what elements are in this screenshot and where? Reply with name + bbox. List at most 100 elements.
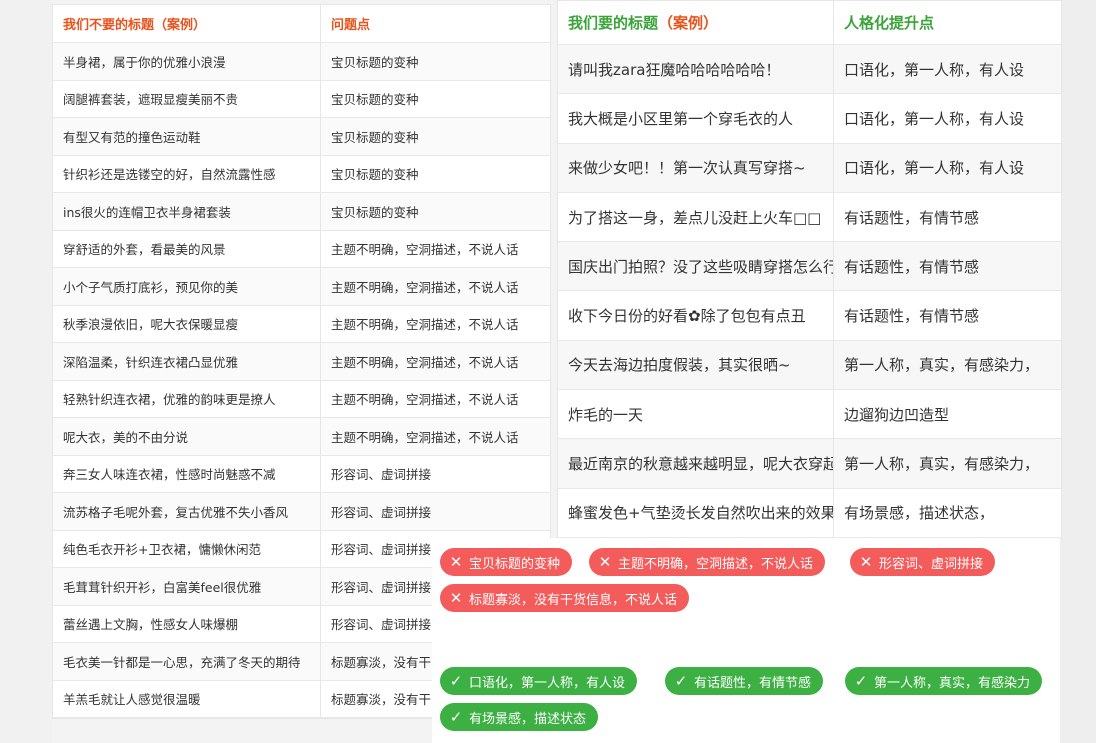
improvement-cell: 边遛狗边凹造型 <box>844 405 950 424</box>
table-row: 最近南京的秋意越来越明显，呢大衣穿起来 第一人称，真实，有感染力， <box>558 439 1061 489</box>
title-cell: 阔腿裤套装，遮瑕显瘦美丽不贵 <box>53 80 321 117</box>
cross-icon: ✕ <box>859 553 873 571</box>
table-row: 流苏格子毛呢外套，复古优雅不失小香风 形容词、虚词拼接 <box>53 493 550 531</box>
title-cell: 轻熟针织连衣裙，优雅的韵味更是撩人 <box>53 380 321 417</box>
title-cell: 深陷温柔，针织连衣裙凸显优雅 <box>53 343 321 380</box>
title-cell: 针织衫还是选镂空的好，自然流露性感 <box>53 155 321 192</box>
table-row: 深陷温柔，针织连衣裙凸显优雅 主题不明确，空洞描述，不说人话 <box>53 343 550 381</box>
header-good-titles-suffix: （案例） <box>658 14 719 32</box>
title-cell: 有型又有范的撞色运动鞋 <box>53 118 321 155</box>
title-cell: 毛衣美一针都是一心思，充满了冬天的期待 <box>53 643 321 680</box>
table-row: 炸毛的一天 边遛狗边凹造型 <box>558 390 1061 440</box>
problem-cell: 宝贝标题的变种 <box>331 54 419 70</box>
improvement-cell: 口语化，第一人称，有人设 <box>844 60 1025 79</box>
title-cell: 蜂蜜发色+气垫烫长发自然吹出来的效果 <box>558 488 834 537</box>
problem-cell: 宝贝标题的变种 <box>331 92 419 108</box>
good-tag-label: 有场景感，描述状态 <box>469 711 587 727</box>
bad-tag-label: 标题寡淡，没有干货信息，不说人话 <box>469 592 678 608</box>
table-row: 半身裙，属于你的优雅小浪漫 宝贝标题的变种 <box>53 43 550 81</box>
check-icon: ✓ <box>674 672 688 690</box>
table-row: 请叫我zara狂魔哈哈哈哈哈哈！ 口语化，第一人称，有人设 <box>558 45 1061 95</box>
bad-tag-label: 宝贝标题的变种 <box>469 556 561 572</box>
header-good-titles-prefix: 我们要的标题 <box>568 14 659 32</box>
table-row: 呢大衣，美的不由分说 主题不明确，空洞描述，不说人话 <box>53 418 550 456</box>
bad-tag-variant: ✕ 宝贝标题的变种 <box>440 548 573 576</box>
table-row: 今天去海边拍度假装，其实很晒~ 第一人称，真实，有感染力， <box>558 340 1061 391</box>
problem-cell: 主题不明确，空洞描述，不说人话 <box>331 279 519 295</box>
title-cell: 为了搭这一身，差点儿没赶上火车□□ <box>558 192 834 242</box>
header-good-titles: 我们要的标题 （案例） <box>558 1 834 44</box>
table-row: 秋季浪漫依旧，呢大衣保暖显瘦 主题不明确，空洞描述，不说人话 <box>53 305 550 343</box>
title-cell: 半身裙，属于你的优雅小浪漫 <box>53 43 321 80</box>
header-bad-titles: 我们不要的标题（案例） <box>53 5 321 42</box>
header-problem: 问题点 <box>331 18 371 33</box>
title-cell: 今天去海边拍度假装，其实很晒~ <box>558 340 834 390</box>
problem-cell: 主题不明确，空洞描述，不说人话 <box>331 354 519 370</box>
table-row: 轻熟针织连衣裙，优雅的韵味更是撩人 主题不明确，空洞描述，不说人话 <box>53 380 550 418</box>
table-row: 为了搭这一身，差点儿没赶上火车□□ 有话题性，有情节感 <box>558 192 1061 243</box>
title-cell: 小个子气质打底衫，预见你的美 <box>53 268 321 305</box>
table-header-row: 我们不要的标题（案例） 问题点 <box>53 5 550 43</box>
table-row: 穿舒适的外套，看最美的风景 主题不明确，空洞描述，不说人话 <box>53 230 550 268</box>
title-cell: 最近南京的秋意越来越明显，呢大衣穿起来 <box>558 439 834 488</box>
problem-cell: 主题不明确，空洞描述，不说人话 <box>331 242 519 258</box>
title-cell: 炸毛的一天 <box>558 390 834 439</box>
improvement-cell: 口语化，第一人称，有人设 <box>844 109 1025 128</box>
background-right <box>1060 0 1096 743</box>
table-row: 国庆出门拍照？没了这些吸睛穿搭怎么行？ 有话题性，有情节感 <box>558 242 1061 292</box>
improvement-cell: 第一人称，真实，有感染力， <box>844 455 1040 474</box>
title-cell: 我大概是小区里第一个穿毛衣的人 <box>558 94 834 143</box>
table-header-row: 我们要的标题 （案例） 人格化提升点 <box>558 1 1061 45</box>
improvement-cell: 有场景感，描述状态， <box>844 504 995 523</box>
title-cell: 流苏格子毛呢外套，复古优雅不失小香风 <box>53 493 321 530</box>
bad-tag-adjectives: ✕ 形容词、虚词拼接 <box>850 548 996 576</box>
problem-cell: 形容词、虚词拼接 <box>331 467 432 483</box>
title-cell: 秋季浪漫依旧，呢大衣保暖显瘦 <box>53 305 321 342</box>
problem-cell: 主题不明确，空洞描述，不说人话 <box>331 429 519 445</box>
table-row: 我大概是小区里第一个穿毛衣的人 口语化，第一人称，有人设 <box>558 94 1061 144</box>
bad-tag-label: 形容词、虚词拼接 <box>879 556 984 572</box>
tags-panel: ✕ 宝贝标题的变种 ✕ 主题不明确，空洞描述，不说人话 ✕ 形容词、虚词拼接 ✕ 标题寡… <box>432 538 1060 743</box>
check-icon: ✓ <box>854 672 868 690</box>
title-cell: 羊羔毛就让人感觉很温暖 <box>53 680 321 717</box>
title-cell: 来做少女吧！！第一次认真写穿搭~ <box>558 143 834 192</box>
title-cell: 请叫我zara狂魔哈哈哈哈哈哈！ <box>558 45 834 94</box>
title-cell: 穿舒适的外套，看最美的风景 <box>53 230 321 267</box>
good-titles-table: 我们要的标题 （案例） 人格化提升点 请叫我zara狂魔哈哈哈哈哈哈！ 口语化，第一… <box>557 0 1062 539</box>
cross-icon: ✕ <box>449 589 463 607</box>
good-tag-label: 口语化，第一人称，有人设 <box>469 675 626 691</box>
cross-icon: ✕ <box>598 553 612 571</box>
table-row: 收下今日份的好看✿除了包包有点丑 有话题性，有情节感 <box>558 291 1061 341</box>
bad-tag-vague: ✕ 主题不明确，空洞描述，不说人话 <box>589 548 826 576</box>
table-row: ins很火的连帽卫衣半身裙套装 宝贝标题的变种 <box>53 193 550 231</box>
title-cell: 国庆出门拍照？没了这些吸睛穿搭怎么行？ <box>558 242 834 291</box>
improvement-cell: 有话题性，有情节感 <box>844 208 980 227</box>
table-row: 来做少女吧！！第一次认真写穿搭~ 口语化，第一人称，有人设 <box>558 143 1061 193</box>
good-tag-topical: ✓ 有话题性，有情节感 <box>665 667 824 695</box>
good-tag-colloquial: ✓ 口语化，第一人称，有人设 <box>440 667 638 695</box>
good-tag-scene: ✓ 有场景感，描述状态 <box>440 703 599 731</box>
good-tag-label: 第一人称，真实，有感染力 <box>874 675 1031 691</box>
improvement-cell: 第一人称，真实，有感染力， <box>844 356 1040 375</box>
problem-cell: 宝贝标题的变种 <box>331 129 419 145</box>
check-icon: ✓ <box>449 672 463 690</box>
cross-icon: ✕ <box>449 553 463 571</box>
title-cell: 奔三女人味连衣裙，性感时尚魅惑不减 <box>53 455 321 492</box>
title-cell: 毛茸茸针织开衫，白富美feel很优雅 <box>53 568 321 605</box>
bad-tag-label: 主题不明确，空洞描述，不说人话 <box>618 556 814 572</box>
title-cell: 收下今日份的好看✿除了包包有点丑 <box>558 291 834 340</box>
improvement-cell: 有话题性，有情节感 <box>844 307 980 326</box>
table-row: 蜂蜜发色+气垫烫长发自然吹出来的效果 有场景感，描述状态， <box>558 488 1061 538</box>
title-cell: ins很火的连帽卫衣半身裙套装 <box>53 193 321 230</box>
check-icon: ✓ <box>449 708 463 726</box>
table-row: 有型又有范的撞色运动鞋 宝贝标题的变种 <box>53 118 550 156</box>
problem-cell: 主题不明确，空洞描述，不说人话 <box>331 317 519 333</box>
problem-cell: 宝贝标题的变种 <box>331 167 419 183</box>
title-cell: 呢大衣，美的不由分说 <box>53 418 321 455</box>
title-cell: 蕾丝遇上文胸，性感女人味爆棚 <box>53 605 321 642</box>
bad-tag-bland: ✕ 标题寡淡，没有干货信息，不说人话 <box>440 584 690 612</box>
good-tag-authentic: ✓ 第一人称，真实，有感染力 <box>845 667 1043 695</box>
header-improvement: 人格化提升点 <box>844 14 935 32</box>
table-row: 阔腿裤套装，遮瑕显瘦美丽不贵 宝贝标题的变种 <box>53 80 550 118</box>
background-left <box>0 0 52 743</box>
